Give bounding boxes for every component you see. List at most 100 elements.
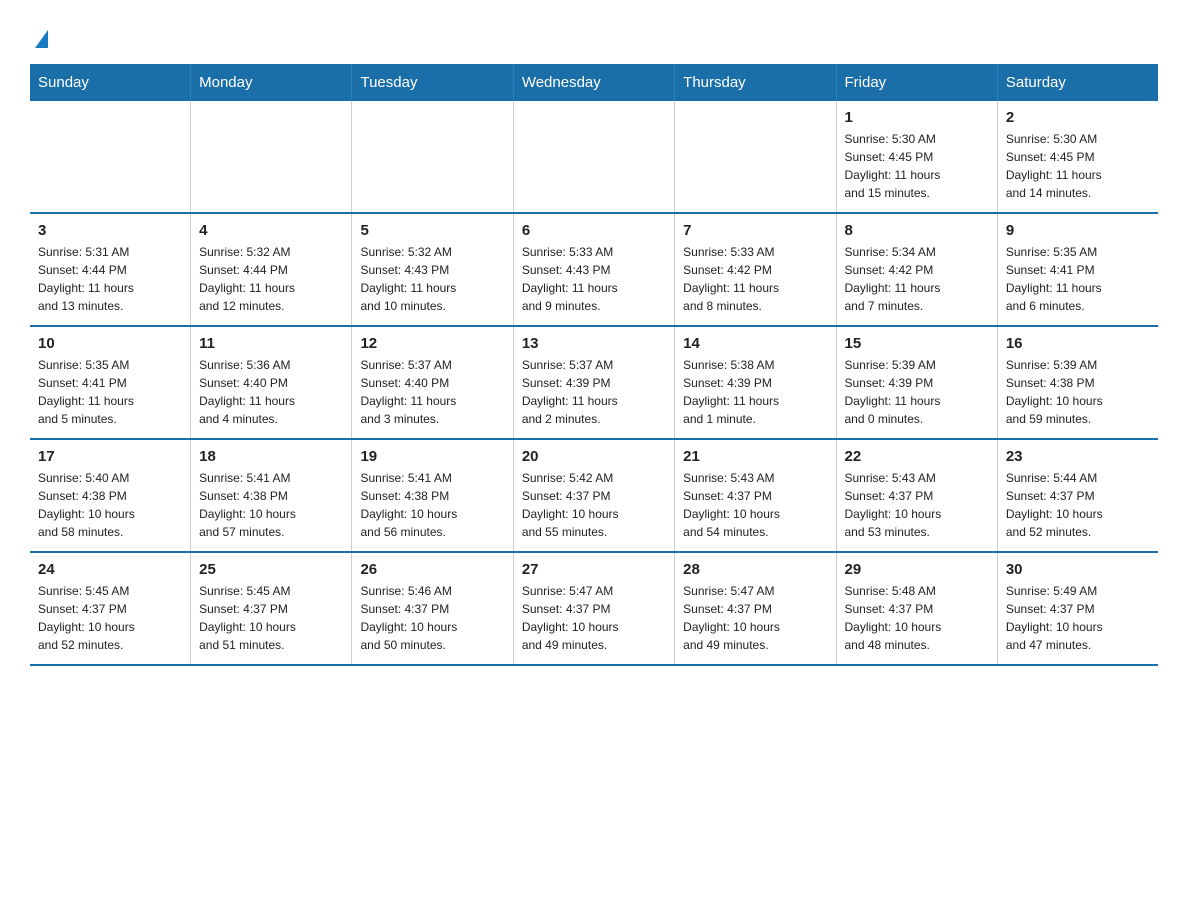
calendar-cell: 22 Sunrise: 5:43 AM Sunset: 4:37 PM Dayli… bbox=[836, 439, 997, 552]
calendar-cell: 9 Sunrise: 5:35 AM Sunset: 4:41 PM Daylig… bbox=[997, 213, 1158, 326]
calendar-cell: 8 Sunrise: 5:34 AM Sunset: 4:42 PM Daylig… bbox=[836, 213, 997, 326]
day-info: Sunrise: 5:41 AM Sunset: 4:38 PM Dayligh… bbox=[199, 469, 343, 541]
day-number: 18 bbox=[199, 448, 343, 465]
calendar-cell bbox=[513, 101, 674, 213]
day-info: Sunrise: 5:31 AM Sunset: 4:44 PM Dayligh… bbox=[38, 243, 182, 315]
day-info: Sunrise: 5:40 AM Sunset: 4:38 PM Dayligh… bbox=[38, 469, 182, 541]
day-number: 4 bbox=[199, 222, 343, 239]
calendar-cell: 15 Sunrise: 5:39 AM Sunset: 4:39 PM Dayli… bbox=[836, 326, 997, 439]
day-number: 7 bbox=[683, 222, 827, 239]
day-number: 25 bbox=[199, 561, 343, 578]
day-info: Sunrise: 5:30 AM Sunset: 4:45 PM Dayligh… bbox=[1006, 130, 1150, 202]
day-number: 5 bbox=[360, 222, 504, 239]
calendar-cell: 25 Sunrise: 5:45 AM Sunset: 4:37 PM Dayli… bbox=[191, 552, 352, 665]
calendar-cell: 3 Sunrise: 5:31 AM Sunset: 4:44 PM Daylig… bbox=[30, 213, 191, 326]
calendar-cell: 16 Sunrise: 5:39 AM Sunset: 4:38 PM Dayli… bbox=[997, 326, 1158, 439]
day-number: 14 bbox=[683, 335, 827, 352]
calendar-header-row: SundayMondayTuesdayWednesdayThursdayFrid… bbox=[30, 64, 1158, 101]
day-info: Sunrise: 5:35 AM Sunset: 4:41 PM Dayligh… bbox=[1006, 243, 1150, 315]
day-number: 26 bbox=[360, 561, 504, 578]
day-info: Sunrise: 5:45 AM Sunset: 4:37 PM Dayligh… bbox=[199, 582, 343, 654]
day-number: 20 bbox=[522, 448, 666, 465]
calendar-cell: 12 Sunrise: 5:37 AM Sunset: 4:40 PM Dayli… bbox=[352, 326, 513, 439]
day-number: 28 bbox=[683, 561, 827, 578]
calendar-cell bbox=[675, 101, 836, 213]
calendar-cell: 1Sunrise: 5:30 AM Sunset: 4:45 PM Daylig… bbox=[836, 101, 997, 213]
calendar-cell: 2 Sunrise: 5:30 AM Sunset: 4:45 PM Daylig… bbox=[997, 101, 1158, 213]
day-info: Sunrise: 5:42 AM Sunset: 4:37 PM Dayligh… bbox=[522, 469, 666, 541]
column-header-wednesday: Wednesday bbox=[513, 64, 674, 101]
day-info: Sunrise: 5:45 AM Sunset: 4:37 PM Dayligh… bbox=[38, 582, 182, 654]
calendar-cell: 29 Sunrise: 5:48 AM Sunset: 4:37 PM Dayli… bbox=[836, 552, 997, 665]
day-info: Sunrise: 5:35 AM Sunset: 4:41 PM Dayligh… bbox=[38, 356, 182, 428]
calendar-week-row: 3 Sunrise: 5:31 AM Sunset: 4:44 PM Daylig… bbox=[30, 213, 1158, 326]
calendar-week-row: 24Sunrise: 5:45 AM Sunset: 4:37 PM Dayli… bbox=[30, 552, 1158, 665]
day-number: 22 bbox=[845, 448, 989, 465]
calendar-cell: 23 Sunrise: 5:44 AM Sunset: 4:37 PM Dayli… bbox=[997, 439, 1158, 552]
day-number: 30 bbox=[1006, 561, 1150, 578]
day-number: 29 bbox=[845, 561, 989, 578]
calendar-cell: 28 Sunrise: 5:47 AM Sunset: 4:37 PM Dayli… bbox=[675, 552, 836, 665]
calendar-table: SundayMondayTuesdayWednesdayThursdayFrid… bbox=[30, 64, 1158, 666]
calendar-cell: 30Sunrise: 5:49 AM Sunset: 4:37 PM Dayli… bbox=[997, 552, 1158, 665]
column-header-thursday: Thursday bbox=[675, 64, 836, 101]
day-info: Sunrise: 5:43 AM Sunset: 4:37 PM Dayligh… bbox=[845, 469, 989, 541]
day-info: Sunrise: 5:30 AM Sunset: 4:45 PM Dayligh… bbox=[845, 130, 989, 202]
day-number: 16 bbox=[1006, 335, 1150, 352]
day-info: Sunrise: 5:46 AM Sunset: 4:37 PM Dayligh… bbox=[360, 582, 504, 654]
day-info: Sunrise: 5:44 AM Sunset: 4:37 PM Dayligh… bbox=[1006, 469, 1150, 541]
day-info: Sunrise: 5:36 AM Sunset: 4:40 PM Dayligh… bbox=[199, 356, 343, 428]
column-header-sunday: Sunday bbox=[30, 64, 191, 101]
day-info: Sunrise: 5:39 AM Sunset: 4:38 PM Dayligh… bbox=[1006, 356, 1150, 428]
day-number: 21 bbox=[683, 448, 827, 465]
day-number: 3 bbox=[38, 222, 182, 239]
day-info: Sunrise: 5:47 AM Sunset: 4:37 PM Dayligh… bbox=[683, 582, 827, 654]
day-number: 27 bbox=[522, 561, 666, 578]
day-info: Sunrise: 5:37 AM Sunset: 4:40 PM Dayligh… bbox=[360, 356, 504, 428]
calendar-cell: 18 Sunrise: 5:41 AM Sunset: 4:38 PM Dayli… bbox=[191, 439, 352, 552]
calendar-cell: 6Sunrise: 5:33 AM Sunset: 4:43 PM Daylig… bbox=[513, 213, 674, 326]
day-number: 6 bbox=[522, 222, 666, 239]
day-info: Sunrise: 5:33 AM Sunset: 4:42 PM Dayligh… bbox=[683, 243, 827, 315]
day-info: Sunrise: 5:47 AM Sunset: 4:37 PM Dayligh… bbox=[522, 582, 666, 654]
day-number: 2 bbox=[1006, 109, 1150, 126]
day-info: Sunrise: 5:39 AM Sunset: 4:39 PM Dayligh… bbox=[845, 356, 989, 428]
day-number: 17 bbox=[38, 448, 182, 465]
day-info: Sunrise: 5:41 AM Sunset: 4:38 PM Dayligh… bbox=[360, 469, 504, 541]
calendar-cell: 10 Sunrise: 5:35 AM Sunset: 4:41 PM Dayli… bbox=[30, 326, 191, 439]
day-number: 23 bbox=[1006, 448, 1150, 465]
calendar-cell bbox=[191, 101, 352, 213]
calendar-cell: 7 Sunrise: 5:33 AM Sunset: 4:42 PM Daylig… bbox=[675, 213, 836, 326]
day-number: 9 bbox=[1006, 222, 1150, 239]
day-info: Sunrise: 5:38 AM Sunset: 4:39 PM Dayligh… bbox=[683, 356, 827, 428]
logo bbox=[30, 30, 48, 46]
calendar-week-row: 1Sunrise: 5:30 AM Sunset: 4:45 PM Daylig… bbox=[30, 101, 1158, 213]
logo-triangle-icon bbox=[35, 30, 48, 48]
day-number: 10 bbox=[38, 335, 182, 352]
day-number: 8 bbox=[845, 222, 989, 239]
calendar-cell: 11 Sunrise: 5:36 AM Sunset: 4:40 PM Dayli… bbox=[191, 326, 352, 439]
logo-text bbox=[30, 30, 48, 50]
calendar-cell: 5 Sunrise: 5:32 AM Sunset: 4:43 PM Daylig… bbox=[352, 213, 513, 326]
calendar-cell: 20 Sunrise: 5:42 AM Sunset: 4:37 PM Dayli… bbox=[513, 439, 674, 552]
calendar-week-row: 10 Sunrise: 5:35 AM Sunset: 4:41 PM Dayli… bbox=[30, 326, 1158, 439]
calendar-cell: 26 Sunrise: 5:46 AM Sunset: 4:37 PM Dayli… bbox=[352, 552, 513, 665]
column-header-monday: Monday bbox=[191, 64, 352, 101]
column-header-friday: Friday bbox=[836, 64, 997, 101]
calendar-cell: 19Sunrise: 5:41 AM Sunset: 4:38 PM Dayli… bbox=[352, 439, 513, 552]
day-info: Sunrise: 5:34 AM Sunset: 4:42 PM Dayligh… bbox=[845, 243, 989, 315]
column-header-saturday: Saturday bbox=[997, 64, 1158, 101]
calendar-cell: 21Sunrise: 5:43 AM Sunset: 4:37 PM Dayli… bbox=[675, 439, 836, 552]
day-number: 12 bbox=[360, 335, 504, 352]
calendar-cell: 13Sunrise: 5:37 AM Sunset: 4:39 PM Dayli… bbox=[513, 326, 674, 439]
day-number: 15 bbox=[845, 335, 989, 352]
calendar-cell: 17 Sunrise: 5:40 AM Sunset: 4:38 PM Dayli… bbox=[30, 439, 191, 552]
calendar-cell: 4Sunrise: 5:32 AM Sunset: 4:44 PM Daylig… bbox=[191, 213, 352, 326]
day-info: Sunrise: 5:32 AM Sunset: 4:43 PM Dayligh… bbox=[360, 243, 504, 315]
day-info: Sunrise: 5:48 AM Sunset: 4:37 PM Dayligh… bbox=[845, 582, 989, 654]
column-header-tuesday: Tuesday bbox=[352, 64, 513, 101]
calendar-cell bbox=[30, 101, 191, 213]
calendar-cell: 14 Sunrise: 5:38 AM Sunset: 4:39 PM Dayli… bbox=[675, 326, 836, 439]
day-number: 11 bbox=[199, 335, 343, 352]
calendar-week-row: 17 Sunrise: 5:40 AM Sunset: 4:38 PM Dayli… bbox=[30, 439, 1158, 552]
